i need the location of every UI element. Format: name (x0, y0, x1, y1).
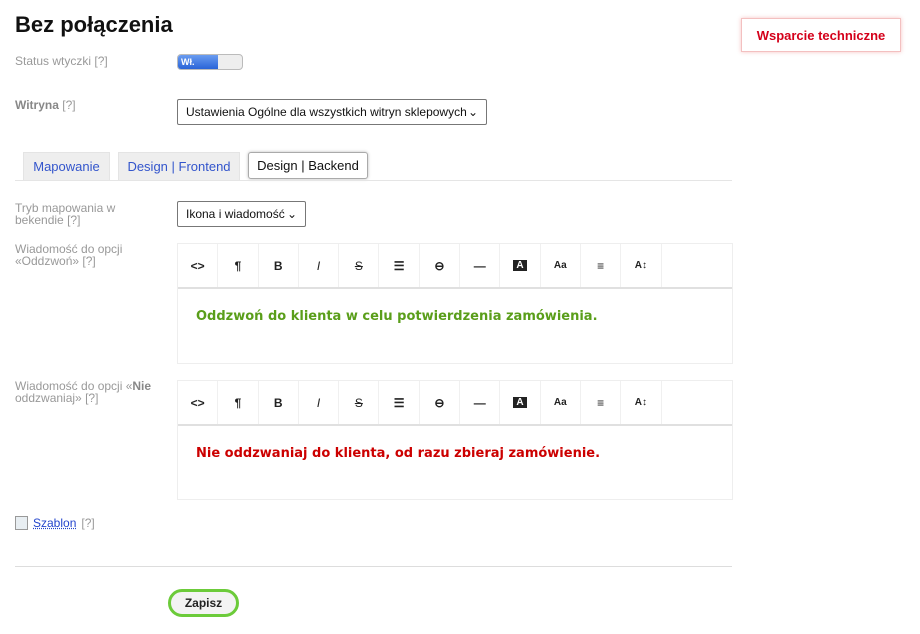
mode-label-text: Tryb mapowania w bekendie (15, 201, 115, 227)
tab-divider (15, 180, 732, 181)
nocallback-editor: <>¶BIS☰⊖—AAa≡A↕ Nie oddzwaniaj do klient… (177, 380, 733, 500)
status-label-text: Status wtyczki (15, 54, 91, 68)
help-link[interactable]: [?] (94, 54, 107, 68)
help-link[interactable]: [?] (82, 254, 95, 268)
chevron-down-icon: ⌄ (468, 105, 478, 119)
divider (15, 566, 732, 567)
support-button[interactable]: Wsparcie techniczne (741, 18, 901, 52)
page-title: Bez połączenia (15, 12, 173, 38)
align-icon[interactable]: ≡ (581, 244, 621, 287)
paragraph-icon[interactable]: ¶ (218, 244, 258, 287)
save-button[interactable]: Zapisz (168, 589, 239, 617)
chevron-down-icon: ⌄ (287, 207, 297, 221)
code-icon[interactable]: <> (178, 381, 218, 424)
code-icon[interactable]: <> (178, 244, 218, 287)
help-link[interactable]: [?] (81, 517, 94, 529)
line-height-icon[interactable]: A↕ (621, 381, 661, 424)
font-size-icon[interactable]: Aa (541, 244, 581, 287)
mode-select[interactable]: Ikona i wiadomość⌄ (177, 201, 306, 227)
italic-icon[interactable]: I (299, 381, 339, 424)
text-color-icon[interactable]: A (500, 244, 540, 287)
list-icon[interactable]: ☰ (379, 381, 419, 424)
label-suffix: oddzwaniaj» (15, 391, 82, 405)
link-icon[interactable]: ⊖ (420, 244, 460, 287)
status-label: Status wtyczki [?] (15, 55, 108, 67)
help-link[interactable]: [?] (85, 391, 98, 405)
nocallback-message[interactable]: Nie oddzwaniaj do klienta, od razu zbier… (178, 426, 732, 481)
callback-label-text: Wiadomość do opcji «Oddzwoń» (15, 242, 122, 268)
nocallback-label: Wiadomość do opcji «Nie oddzwaniaj» [?] (15, 380, 165, 404)
text-color-icon[interactable]: A (500, 381, 540, 424)
bold-icon[interactable]: B (259, 244, 299, 287)
tab-design-backend[interactable]: Design | Backend (248, 152, 368, 179)
horizontal-rule-icon[interactable]: — (460, 381, 500, 424)
mode-select-value: Ikona i wiadomość (186, 207, 285, 221)
bold-icon[interactable]: B (259, 381, 299, 424)
clipboard-icon (15, 516, 28, 530)
strikethrough-icon[interactable]: S (339, 381, 379, 424)
italic-icon[interactable]: I (299, 244, 339, 287)
help-link[interactable]: [?] (62, 98, 75, 112)
callback-editor: <>¶BIS☰⊖—AAa≡A↕ Oddzwoń do klienta w cel… (177, 243, 733, 364)
strikethrough-icon[interactable]: S (339, 244, 379, 287)
label-bold: Nie (132, 379, 151, 393)
status-toggle[interactable]: Wł. (177, 54, 243, 70)
editor-toolbar: <>¶BIS☰⊖—AAa≡A↕ (178, 244, 732, 289)
editor-toolbar: <>¶BIS☰⊖—AAa≡A↕ (178, 381, 732, 426)
paragraph-icon[interactable]: ¶ (218, 381, 258, 424)
callback-label: Wiadomość do opcji «Oddzwoń» [?] (15, 243, 155, 267)
site-label: Witryna [?] (15, 99, 76, 111)
list-icon[interactable]: ☰ (379, 244, 419, 287)
help-link[interactable]: [?] (67, 213, 80, 227)
line-height-icon[interactable]: A↕ (621, 244, 661, 287)
site-label-text: Witryna (15, 98, 59, 112)
callback-message[interactable]: Oddzwoń do klienta w celu potwierdzenia … (178, 289, 732, 344)
mode-label: Tryb mapowania w bekendie [?] (15, 202, 155, 226)
site-select-value: Ustawienia Ogólne dla wszystkich witryn … (186, 105, 467, 119)
link-icon[interactable]: ⊖ (420, 381, 460, 424)
tab-design-frontend[interactable]: Design | Frontend (118, 152, 240, 180)
align-icon[interactable]: ≡ (581, 381, 621, 424)
font-size-icon[interactable]: Aa (541, 381, 581, 424)
toggle-on-label: Wł. (178, 55, 218, 69)
tab-mapowanie[interactable]: Mapowanie (23, 152, 110, 180)
template-link[interactable]: Szablon (33, 517, 76, 529)
site-select[interactable]: Ustawienia Ogólne dla wszystkich witryn … (177, 99, 487, 125)
horizontal-rule-icon[interactable]: — (460, 244, 500, 287)
template-row: Szablon [?] (15, 516, 95, 530)
